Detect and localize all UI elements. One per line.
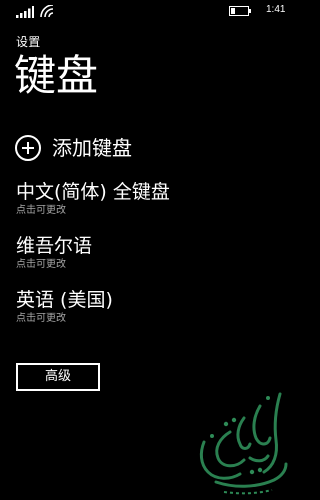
- keyboard-name: 英语 (美国): [16, 289, 113, 311]
- keyboard-item-chinese-simplified[interactable]: 中文(简体) 全键盘 点击可更改: [16, 180, 276, 220]
- status-bar: 1:41: [0, 0, 300, 24]
- keyboard-item-english-us[interactable]: 英语 (美国) 点击可更改: [16, 288, 276, 328]
- keyboard-subtitle: 点击可更改: [16, 259, 66, 270]
- keyboard-subtitle: 点击可更改: [16, 205, 66, 216]
- status-time: 1:41: [266, 4, 286, 15]
- page-title: 键盘: [14, 51, 99, 100]
- wifi-icon: [40, 5, 54, 18]
- signal-icon: [16, 6, 34, 18]
- app-title: 设置: [16, 35, 41, 49]
- keyboard-name: 中文(简体) 全键盘: [16, 181, 170, 203]
- keyboard-item-uyghur[interactable]: 维吾尔语 点击可更改: [16, 234, 276, 274]
- keyboard-name: 维吾尔语: [16, 235, 93, 257]
- battery-icon: [229, 6, 251, 16]
- advanced-button[interactable]: 高级: [16, 363, 100, 391]
- plus-circle-icon: [15, 135, 41, 161]
- add-keyboard-button[interactable]: 添加键盘: [14, 132, 214, 164]
- add-keyboard-label: 添加键盘: [52, 136, 132, 160]
- keyboard-subtitle: 点击可更改: [16, 313, 66, 324]
- arabic-calligraphy-watermark: [199, 392, 288, 495]
